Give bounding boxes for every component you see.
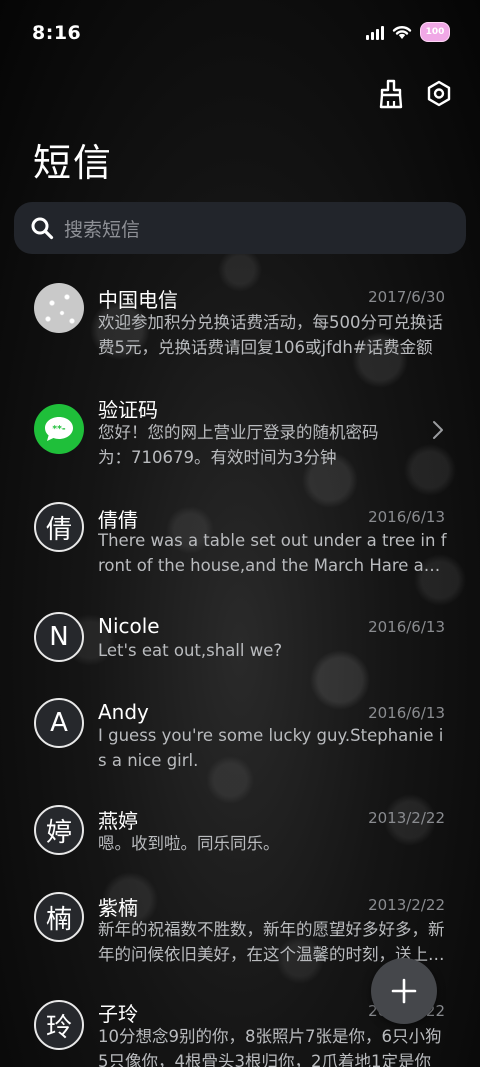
messages-screen: 8:16 100 短信 搜索短信 中国电信 2017/6/30 欢迎参加积分兑换… <box>0 0 480 1067</box>
contact-name: Andy <box>98 700 149 724</box>
message-date: 2013/2/22 <box>368 809 445 827</box>
message-preview: 您好！您的网上营业厅登录的随机密码为：710679。有效时间为3分钟 <box>98 423 379 467</box>
message-preview: 欢迎参加积分兑换话费活动，每500分可兑换话费5元，兑换话费请回复106或jfd… <box>98 313 443 357</box>
wifi-icon <box>392 26 412 39</box>
conversation-item[interactable]: N Nicole 2016/6/13 Let's eat out,shall w… <box>0 600 480 680</box>
message-preview: 10分想念9别的你，8张照片7张是你，6只小狗5只像你，4根骨头3根归你，2爪着… <box>98 1027 442 1067</box>
conversation-item[interactable]: 婷 燕婷 2013/2/22 嗯。收到啦。同乐同乐。 <box>0 795 480 875</box>
message-date: 2016/6/13 <box>368 618 445 636</box>
status-time: 8:16 <box>32 22 82 44</box>
signal-icon <box>366 24 384 40</box>
conversation-item[interactable]: A Andy 2016/6/13 I guess you're some luc… <box>0 686 480 786</box>
settings-icon <box>427 80 451 107</box>
avatar: N <box>34 612 84 662</box>
plus-icon <box>391 978 417 1004</box>
message-date: 2013/2/22 <box>368 896 445 914</box>
message-preview: Let's eat out,shall we? <box>98 641 283 660</box>
battery-icon: 100 <box>420 22 450 42</box>
avatar: **- <box>34 404 84 454</box>
chevron-right-icon <box>433 421 443 439</box>
clean-button[interactable] <box>376 76 406 112</box>
svg-text:**-: **- <box>52 425 65 435</box>
brush-icon <box>379 79 403 109</box>
top-actions <box>376 76 454 112</box>
settings-button[interactable] <box>424 76 454 112</box>
avatar: 婷 <box>34 805 84 855</box>
message-date: 2017/6/30 <box>368 288 445 306</box>
conversation-item[interactable]: **- 验证码 您好！您的网上营业厅登录的随机密码为：710679。有效时间为3… <box>0 380 480 480</box>
status-icons: 100 <box>366 22 450 42</box>
avatar <box>34 283 84 333</box>
contact-name: 子玲 <box>98 1002 138 1026</box>
message-preview: There was a table set out under a tree i… <box>98 531 447 575</box>
conversation-item[interactable]: 中国电信 2017/6/30 欢迎参加积分兑换话费活动，每500分可兑换话费5元… <box>0 270 480 370</box>
message-date: 2016/6/13 <box>368 704 445 722</box>
conversation-item[interactable]: 倩 倩倩 2016/6/13 There was a table set out… <box>0 490 480 590</box>
avatar: 倩 <box>34 502 84 552</box>
status-bar: 8:16 100 <box>0 0 480 68</box>
message-preview: 嗯。收到啦。同乐同乐。 <box>98 834 280 853</box>
contact-name: 中国电信 <box>98 288 178 312</box>
message-date: 2016/6/13 <box>368 508 445 526</box>
new-message-button[interactable] <box>371 958 437 1024</box>
page-title: 短信 <box>33 141 114 185</box>
contact-name: 验证码 <box>98 398 158 422</box>
avatar: 玲 <box>34 1000 84 1050</box>
message-bubble-icon: **- <box>45 417 73 441</box>
message-preview: I guess you're some lucky guy.Stephanie … <box>98 726 444 770</box>
search-placeholder: 搜索短信 <box>64 218 141 241</box>
avatar: A <box>34 698 84 748</box>
contact-name: Nicole <box>98 614 160 638</box>
avatar: 楠 <box>34 892 84 942</box>
search-icon <box>31 217 54 240</box>
contact-name: 燕婷 <box>98 809 138 833</box>
search-input[interactable]: 搜索短信 <box>14 202 466 254</box>
